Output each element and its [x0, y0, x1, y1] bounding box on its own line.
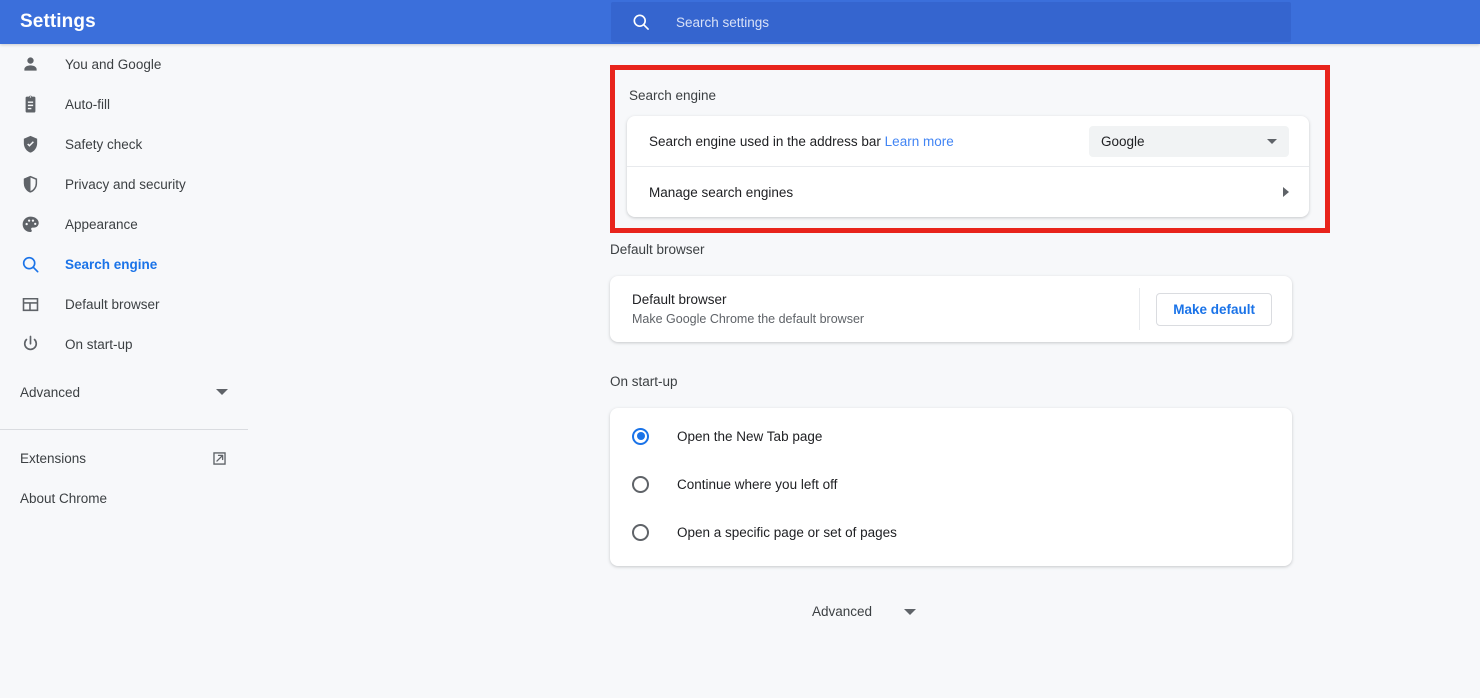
sidebar-item-label: Search engine [65, 256, 158, 272]
learn-more-link[interactable]: Learn more [885, 134, 954, 149]
manage-search-engines-label: Manage search engines [649, 184, 794, 200]
vertical-divider [1139, 288, 1141, 330]
shield-icon [23, 175, 38, 193]
browser-window-icon [22, 297, 39, 311]
person-icon [24, 56, 37, 71]
shield-check-icon [23, 135, 38, 153]
page-title: Settings [20, 11, 96, 32]
search-settings-bar[interactable] [611, 2, 1291, 42]
sidebar-item-label: Privacy and security [65, 176, 186, 192]
main-content: Search engine Search engine used in the … [248, 44, 1480, 698]
sidebar-item-about-chrome[interactable]: About Chrome [0, 478, 248, 518]
startup-option-specific-page[interactable]: Open a specific page or set of pages [610, 508, 1292, 556]
sidebar-item-label: Auto-fill [65, 96, 111, 112]
chevron-down-icon [216, 389, 228, 395]
sidebar-item-label: Default browser [65, 296, 160, 312]
external-link-icon [213, 451, 226, 465]
sidebar-item-on-start-up[interactable]: On start-up [0, 324, 248, 364]
sidebar-item-safety-check[interactable]: Safety check [0, 124, 248, 164]
default-browser-section-title: Default browser [610, 242, 705, 257]
advanced-expander-label: Advanced [811, 604, 873, 619]
default-browser-section: Default browser Default browser Make Goo… [610, 242, 1292, 342]
startup-option-new-tab[interactable]: Open the New Tab page [610, 412, 1292, 460]
search-icon [633, 14, 649, 30]
search-engine-select-value: Google [1101, 133, 1145, 149]
manage-search-engines-row[interactable]: Manage search engines [627, 167, 1309, 217]
on-startup-card: Open the New Tab page Continue where you… [610, 408, 1292, 566]
search-icon [22, 256, 39, 273]
sidebar: You and Google Auto-fill Safety check Pr… [0, 44, 248, 698]
sidebar-divider [0, 429, 248, 430]
sidebar-advanced-toggle[interactable]: Advanced [0, 372, 248, 412]
default-browser-row-title: Default browser [632, 292, 727, 307]
on-startup-section: On start-up Open the New Tab page Contin… [610, 374, 1292, 566]
palette-icon [22, 216, 39, 232]
search-engine-section-title: Search engine [629, 88, 717, 103]
on-startup-section-title: On start-up [610, 374, 678, 389]
sidebar-item-label: Safety check [65, 136, 143, 152]
address-bar-row-label: Search engine used in the address bar Le… [649, 133, 954, 149]
default-browser-row-subtitle: Make Google Chrome the default browser [632, 312, 865, 326]
sidebar-item-appearance[interactable]: Appearance [0, 204, 248, 244]
sidebar-item-extensions[interactable]: Extensions [0, 438, 248, 478]
search-engine-card: Search engine used in the address bar Le… [627, 116, 1309, 217]
search-input[interactable] [676, 10, 1291, 34]
startup-option-label: Open the New Tab page [677, 428, 823, 444]
address-bar-search-engine-row[interactable]: Search engine used in the address bar Le… [627, 116, 1309, 166]
sidebar-item-label: On start-up [65, 336, 133, 352]
sidebar-item-label: About Chrome [20, 490, 108, 506]
startup-option-continue[interactable]: Continue where you left off [610, 460, 1292, 508]
make-default-button[interactable]: Make default [1156, 292, 1272, 326]
default-browser-card: Default browser Make Google Chrome the d… [610, 276, 1292, 342]
power-icon [23, 335, 38, 350]
search-engine-section: Search engine Search engine used in the … [610, 65, 1330, 233]
default-browser-text-block: Default browser Make Google Chrome the d… [632, 292, 864, 326]
sidebar-item-label: Appearance [65, 216, 138, 232]
app-header: Settings [0, 0, 1480, 44]
radio-button[interactable] [632, 427, 649, 445]
sidebar-item-auto-fill[interactable]: Auto-fill [0, 84, 248, 124]
startup-option-label: Open a specific page or set of pages [677, 524, 897, 540]
search-engine-select[interactable]: Google [1089, 125, 1289, 157]
sidebar-item-search-engine[interactable]: Search engine [0, 244, 248, 284]
sidebar-item-you-and-google[interactable]: You and Google [0, 44, 248, 84]
radio-button[interactable] [632, 475, 649, 493]
radio-button[interactable] [632, 523, 649, 541]
sidebar-item-privacy-and-security[interactable]: Privacy and security [0, 164, 248, 204]
clipboard-icon [25, 95, 36, 113]
startup-option-label: Continue where you left off [677, 476, 838, 492]
chevron-down-icon [904, 608, 917, 615]
sidebar-item-label: You and Google [65, 56, 162, 72]
chevron-right-icon [1283, 187, 1289, 197]
sidebar-item-default-browser[interactable]: Default browser [0, 284, 248, 324]
chevron-down-icon [1267, 138, 1277, 144]
advanced-expander[interactable]: Advanced [248, 604, 1480, 619]
sidebar-advanced-label: Advanced [20, 384, 81, 400]
sidebar-item-label: Extensions [20, 450, 87, 466]
